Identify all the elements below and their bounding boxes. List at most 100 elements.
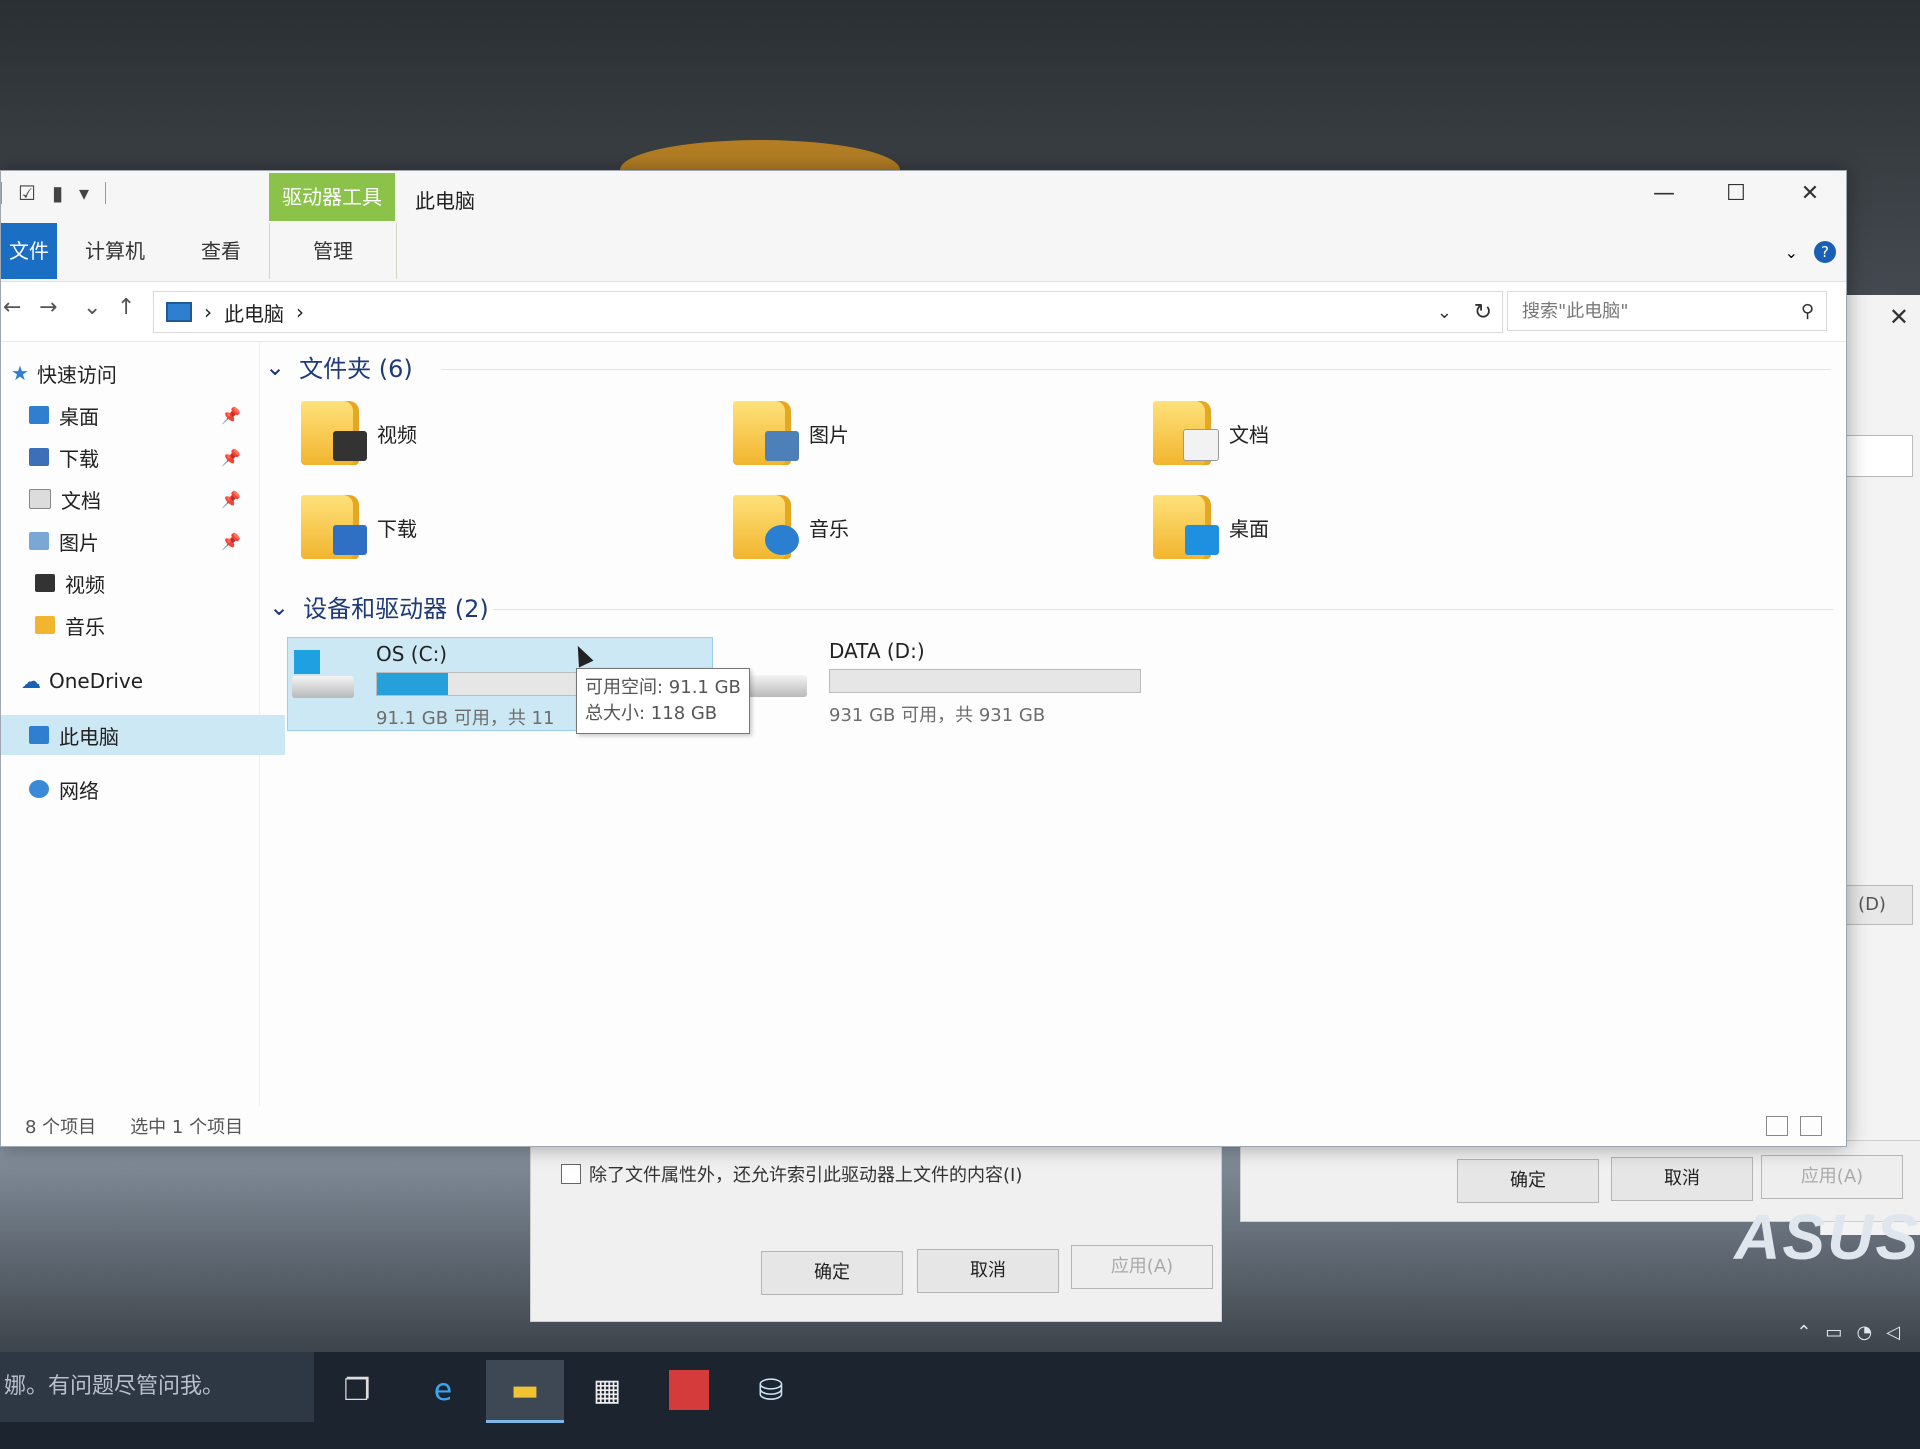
ok-button[interactable]: 确定 <box>761 1251 903 1295</box>
pictures-folder-icon <box>733 401 799 465</box>
minimize-icon[interactable]: — <box>1639 181 1689 206</box>
folder-music[interactable]: 音乐 <box>733 495 849 559</box>
sidebar-item-videos[interactable]: 视频 <box>1 563 291 603</box>
index-content-checkbox[interactable]: 除了文件属性外，还允许索引此驱动器上文件的内容(I) <box>561 1161 1022 1187</box>
sidebar-item-quick-access[interactable]: ★ 快速访问 <box>1 353 267 393</box>
ok-button-2[interactable]: 确定 <box>1457 1159 1599 1203</box>
tab-manage[interactable]: 管理 <box>269 223 397 279</box>
pin-icon[interactable]: 📌 <box>221 448 241 467</box>
task-view-icon[interactable]: ❐ <box>318 1360 396 1420</box>
navigation-pane: ★ 快速访问 桌面 📌 下载 📌 文档 📌 图片 📌 视频 音乐 ☁ OneDr… <box>1 343 285 1106</box>
folder-downloads[interactable]: 下载 <box>301 495 417 559</box>
downloads-icon <box>29 448 49 466</box>
sidebar-item-desktop[interactable]: 桌面 📌 <box>1 395 285 435</box>
properties-dialog: 除了文件属性外，还允许索引此驱动器上文件的内容(I) 确定 取消 应用(A) <box>530 1140 1222 1322</box>
drive-icon <box>741 649 811 703</box>
status-bar: 8 个项目 选中 1 个项目 <box>1 1106 1846 1146</box>
large-icons-view-icon[interactable] <box>1800 1116 1822 1136</box>
store-icon[interactable]: ▦ <box>568 1360 646 1420</box>
this-pc-icon <box>166 302 192 322</box>
breadcrumb-separator[interactable]: › <box>204 300 212 324</box>
file-explorer-icon[interactable]: ▬ <box>486 1360 564 1423</box>
cancel-button-2[interactable]: 取消 <box>1611 1157 1753 1201</box>
desktop-folder-icon <box>1153 495 1219 559</box>
edge-icon[interactable]: e <box>404 1360 482 1420</box>
breadcrumb-this-pc[interactable]: 此电脑 <box>224 298 284 327</box>
back-icon[interactable]: ← <box>3 295 21 320</box>
address-dropdown-icon[interactable]: ⌄ <box>1437 302 1452 323</box>
close-icon[interactable]: ✕ <box>1785 181 1835 206</box>
group-header-drives[interactable]: ⌄ 设备和驱动器 (2) <box>269 589 489 624</box>
pin-icon[interactable]: 📌 <box>221 406 241 425</box>
ribbon-help: ⌄ ? <box>1785 241 1836 263</box>
this-pc-icon <box>29 726 49 744</box>
pin-icon[interactable]: 📌 <box>221 532 241 551</box>
drive-tooltip: 可用空间: 91.1 GB 总大小: 118 GB <box>576 668 750 734</box>
chevron-down-icon[interactable]: ⌄ <box>269 593 289 621</box>
sidebar-item-downloads[interactable]: 下载 📌 <box>1 437 285 477</box>
breadcrumb-separator[interactable]: › <box>296 300 304 324</box>
desktop-icon <box>29 406 49 424</box>
properties-icon[interactable]: ☑ <box>18 181 36 205</box>
checkbox-box[interactable] <box>561 1164 581 1184</box>
refresh-icon[interactable]: ↻ <box>1474 300 1492 325</box>
maximize-icon[interactable]: ☐ <box>1711 181 1761 206</box>
sidebar-label: 图片 <box>59 530 99 555</box>
documents-folder-icon <box>1153 401 1219 465</box>
tab-computer[interactable]: 计算机 <box>57 223 173 279</box>
address-bar[interactable]: › 此电脑 › ⌄ ↻ <box>153 291 1503 333</box>
apply-button-2[interactable]: 应用(A) <box>1761 1155 1903 1199</box>
group-title: 设备和驱动器 (2) <box>303 595 489 623</box>
sidebar-item-network[interactable]: 网络 <box>1 769 285 809</box>
tab-view[interactable]: 查看 <box>173 223 269 279</box>
item-count: 8 个项目 <box>25 1117 97 1138</box>
group-header-folders[interactable]: ⌄ 文件夹 (6) <box>265 349 413 384</box>
help-icon[interactable]: ? <box>1814 241 1836 263</box>
search-input[interactable]: 搜索"此电脑" ⚲ <box>1507 291 1827 331</box>
sidebar-item-documents[interactable]: 文档 📌 <box>1 479 285 519</box>
group-title: 文件夹 (6) <box>299 355 413 383</box>
tab-file[interactable]: 文件 <box>1 223 57 279</box>
wifi-icon[interactable]: ◔ <box>1856 1322 1872 1343</box>
drive-properties-app-icon[interactable]: ⛁ <box>732 1360 810 1420</box>
cortana-search-box[interactable]: 娜。有问题尽管问我。 <box>0 1352 314 1422</box>
forward-icon[interactable]: → <box>39 295 57 320</box>
folder-desktop[interactable]: 桌面 <box>1153 495 1269 559</box>
search-icon[interactable]: ⚲ <box>1801 292 1814 332</box>
drive-tools-context-tab[interactable]: 驱动器工具 <box>269 173 395 221</box>
recent-locations-icon[interactable]: ⌄ <box>83 295 101 320</box>
sidebar-item-music[interactable]: 音乐 <box>1 605 291 645</box>
folder-label: 文档 <box>1229 422 1269 447</box>
pin-icon[interactable]: 📌 <box>221 490 241 509</box>
navigation-bar: ← → ⌄ ↑ › 此电脑 › ⌄ ↻ 搜索"此电脑" ⚲ <box>1 283 1846 342</box>
customize-dropdown-icon[interactable]: ▾ <box>79 181 89 205</box>
videos-folder-icon <box>301 401 367 465</box>
folder-pictures[interactable]: 图片 <box>733 401 849 465</box>
drive-d[interactable]: DATA (D:) 931 GB 可用，共 931 GB <box>741 637 1201 729</box>
chevron-down-icon[interactable]: ⌄ <box>265 353 285 381</box>
details-view-icon[interactable] <box>1766 1116 1788 1136</box>
volume-icon[interactable]: ◁ <box>1886 1322 1900 1343</box>
divider <box>493 609 1833 610</box>
close-icon[interactable]: ✕ <box>1889 303 1909 331</box>
show-hidden-icon[interactable]: ⌃ <box>1796 1322 1811 1343</box>
battery-icon[interactable]: ▭ <box>1825 1322 1842 1343</box>
network-icon <box>29 780 49 798</box>
drive-space-text: 931 GB 可用，共 931 GB <box>829 705 1046 726</box>
new-folder-icon[interactable]: ▮ <box>52 181 63 205</box>
sidebar-label: 文档 <box>61 488 101 513</box>
selection-count: 选中 1 个项目 <box>130 1117 244 1138</box>
sidebar-label: 桌面 <box>59 404 99 429</box>
app-red-icon[interactable] <box>650 1360 728 1420</box>
sidebar-label: 视频 <box>65 572 105 597</box>
apply-button[interactable]: 应用(A) <box>1071 1245 1213 1289</box>
folder-documents[interactable]: 文档 <box>1153 401 1269 465</box>
sidebar-item-this-pc[interactable]: 此电脑 <box>1 715 285 755</box>
cancel-button[interactable]: 取消 <box>917 1249 1059 1293</box>
expand-ribbon-icon[interactable]: ⌄ <box>1785 243 1798 262</box>
folder-videos[interactable]: 视频 <box>301 401 417 465</box>
up-icon[interactable]: ↑ <box>117 295 135 320</box>
sidebar-item-onedrive[interactable]: ☁ OneDrive <box>1 661 277 701</box>
sidebar-item-pictures[interactable]: 图片 📌 <box>1 521 285 561</box>
file-explorer-window: ☑ ▮ ▾ 驱动器工具 此电脑 — ☐ ✕ 文件 计算机 查看 管理 ⌄ ? ←… <box>0 170 1847 1147</box>
